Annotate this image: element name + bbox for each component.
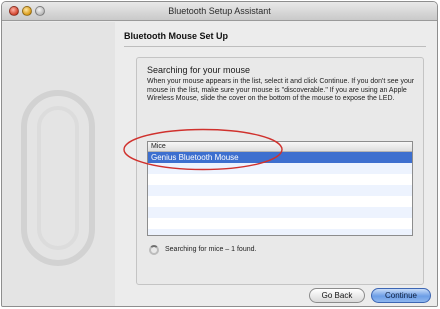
spinner-icon [149, 245, 159, 255]
list-column-header[interactable]: Mice [148, 142, 412, 152]
empty-list-row [148, 174, 412, 185]
window-title: Bluetooth Setup Assistant [168, 6, 271, 16]
empty-list-row [148, 196, 412, 207]
empty-list-row [148, 163, 412, 174]
search-panel: Searching for your mouse When your mouse… [136, 57, 424, 285]
empty-list-row [148, 207, 412, 218]
empty-list-row [148, 185, 412, 196]
empty-list-row [148, 218, 412, 229]
sidebar-illustration [2, 22, 115, 306]
continue-button[interactable]: Continue [371, 288, 431, 303]
mouse-inner-outline [37, 106, 79, 250]
list-rows: Genius Bluetooth Mouse [148, 152, 412, 235]
go-back-button[interactable]: Go Back [309, 288, 365, 303]
mice-list[interactable]: Mice Genius Bluetooth Mouse [147, 141, 413, 236]
page-title: Bluetooth Mouse Set Up [124, 31, 228, 41]
main-content: Bluetooth Mouse Set Up Searching for you… [115, 22, 437, 306]
status-text: Searching for mice – 1 found. [165, 246, 257, 253]
title-bar: Bluetooth Setup Assistant [2, 2, 437, 21]
panel-heading: Searching for your mouse [147, 65, 251, 75]
empty-list-row [148, 229, 412, 235]
list-item-genius-bluetooth-mouse[interactable]: Genius Bluetooth Mouse [148, 152, 412, 163]
instructions-text: When your mouse appears in the list, sel… [147, 78, 415, 103]
mouse-outline-icon [21, 90, 95, 266]
header-divider [124, 46, 426, 47]
bluetooth-setup-window: Bluetooth Setup Assistant Bluetooth Mous… [1, 1, 438, 307]
